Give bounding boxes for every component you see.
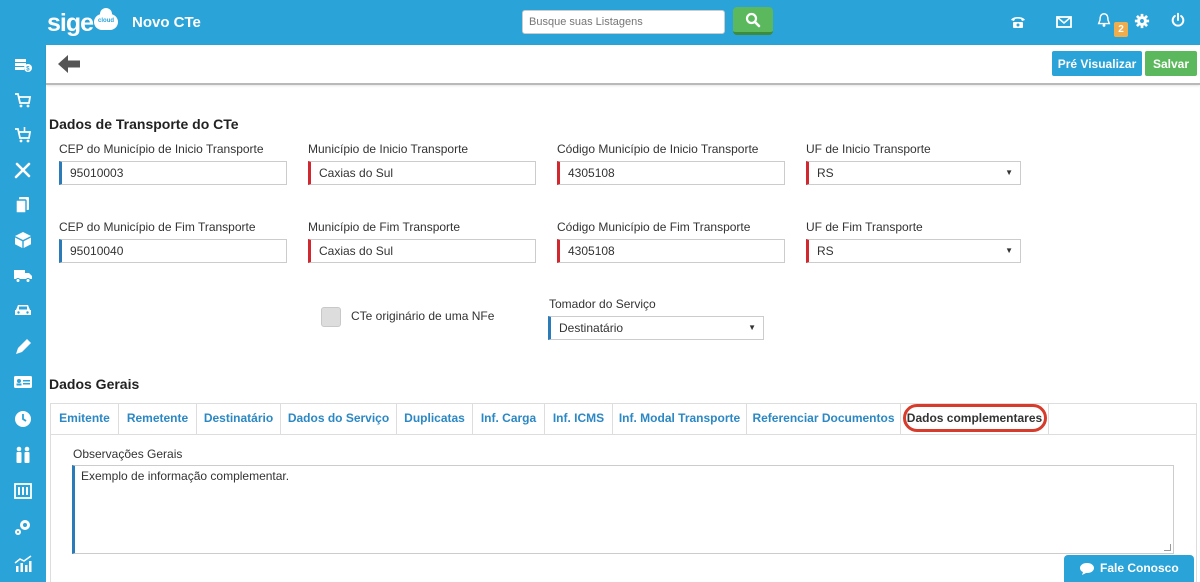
search-input[interactable] — [522, 10, 725, 34]
tomador-select[interactable]: Destinatário ▼ — [548, 316, 764, 340]
cep-inicio-label: CEP do Município de Inicio Transporte — [59, 142, 264, 156]
sidebar-box-icon[interactable] — [13, 230, 33, 250]
tab-highlight-annotation — [903, 404, 1047, 432]
top-bar: sige cloud Novo CTe 2 — [0, 0, 1200, 45]
municipio-fim-field[interactable]: Caxias do Sul — [308, 239, 536, 263]
preview-button[interactable]: Pré Visualizar — [1052, 51, 1142, 76]
chevron-down-icon: ▼ — [1005, 246, 1013, 255]
municipio-inicio-field[interactable]: Caxias do Sul — [308, 161, 536, 185]
observacoes-textarea[interactable]: Exemplo de informação complementar. — [72, 465, 1174, 554]
chevron-down-icon: ▼ — [748, 323, 756, 332]
tab-remetente[interactable]: Remetente — [119, 404, 197, 434]
logo-cloud-text: cloud — [98, 18, 115, 24]
sidebar: $ — [0, 45, 46, 582]
logo-text: sige — [47, 9, 94, 37]
sidebar-documents-icon[interactable] — [13, 195, 33, 215]
power-icon[interactable] — [1169, 12, 1187, 28]
search-icon — [745, 12, 761, 28]
uf-inicio-value: RS — [817, 166, 834, 180]
chat-bubble-icon — [1080, 563, 1094, 575]
tab-referenciar-documentos[interactable]: Referenciar Documentos — [747, 404, 901, 434]
save-button[interactable]: Salvar — [1145, 51, 1197, 76]
bell-icon[interactable] — [1095, 12, 1113, 28]
transport-section-title: Dados de Transporte do CTe — [49, 116, 239, 132]
back-arrow-icon[interactable] — [57, 54, 81, 74]
mail-icon[interactable] — [1055, 14, 1073, 30]
codigo-fim-field[interactable]: 4305108 — [557, 239, 785, 263]
sidebar-tools-icon[interactable] — [13, 160, 33, 180]
tomador-label: Tomador do Serviço — [549, 297, 656, 311]
sidebar-cart-plus-icon[interactable] — [13, 125, 33, 145]
uf-fim-value: RS — [817, 244, 834, 258]
sidebar-id-card-icon[interactable] — [13, 372, 33, 392]
uf-inicio-select[interactable]: RS ▼ — [806, 161, 1021, 185]
sidebar-settings-icon[interactable] — [13, 517, 33, 537]
chevron-down-icon: ▼ — [1005, 168, 1013, 177]
uf-fim-label: UF de Fim Transporte — [806, 220, 923, 234]
tab-inf-icms[interactable]: Inf. ICMS — [545, 404, 613, 434]
observacoes-label: Observações Gerais — [73, 447, 183, 461]
phone-icon[interactable] — [1009, 14, 1027, 30]
chat-button-label: Fale Conosco — [1100, 561, 1179, 575]
cep-inicio-field[interactable]: 95010003 — [59, 161, 287, 185]
uf-inicio-label: UF de Inicio Transporte — [806, 142, 931, 156]
municipio-inicio-label: Município de Inicio Transporte — [308, 142, 469, 156]
codigo-fim-label: Código Município de Fim Transporte — [557, 220, 751, 234]
tab-emitente[interactable]: Emitente — [51, 404, 119, 434]
sidebar-cart-icon[interactable] — [13, 90, 33, 110]
codigo-inicio-field[interactable]: 4305108 — [557, 161, 785, 185]
gear-icon[interactable] — [1133, 13, 1151, 29]
tab-duplicatas[interactable]: Duplicatas — [397, 404, 473, 434]
sidebar-pen-icon[interactable] — [13, 337, 33, 357]
sidebar-truck-icon[interactable] — [13, 265, 33, 285]
tomador-value: Destinatário — [559, 321, 624, 335]
nfe-checkbox[interactable] — [321, 307, 341, 327]
observacoes-value: Exemplo de informação complementar. — [81, 469, 290, 483]
chat-button[interactable]: Fale Conosco — [1064, 555, 1194, 582]
sidebar-people-icon[interactable] — [13, 445, 33, 465]
tab-destinatario[interactable]: Destinatário — [197, 404, 281, 434]
tab-inf-carga[interactable]: Inf. Carga — [473, 404, 545, 434]
tab-inf-modal-transporte[interactable]: Inf. Modal Transporte — [613, 404, 747, 434]
search-button[interactable] — [733, 7, 773, 35]
codigo-inicio-label: Código Município de Inicio Transporte — [557, 142, 759, 156]
uf-fim-select[interactable]: RS ▼ — [806, 239, 1021, 263]
logo[interactable]: sige cloud — [47, 8, 119, 38]
sidebar-chart-icon[interactable] — [13, 554, 33, 574]
page-title: Novo CTe — [132, 14, 201, 31]
sidebar-clock-icon[interactable] — [13, 409, 33, 429]
sidebar-car-icon[interactable] — [13, 300, 33, 320]
tab-dados-servico[interactable]: Dados do Serviço — [281, 404, 397, 434]
cep-fim-label: CEP do Município de Fim Transporte — [59, 220, 256, 234]
cloud-icon: cloud — [94, 8, 119, 30]
sidebar-finance-icon[interactable]: $ — [13, 55, 33, 75]
nfe-checkbox-label: CTe originário de uma NFe — [351, 309, 495, 323]
cep-fim-field[interactable]: 95010040 — [59, 239, 287, 263]
action-bar: Pré Visualizar Salvar — [46, 45, 1200, 85]
resize-handle-icon[interactable] — [1164, 544, 1171, 551]
municipio-fim-label: Município de Fim Transporte — [308, 220, 461, 234]
sidebar-columns-icon[interactable] — [13, 481, 33, 501]
general-section-title: Dados Gerais — [49, 376, 140, 392]
notification-badge: 2 — [1114, 22, 1128, 37]
